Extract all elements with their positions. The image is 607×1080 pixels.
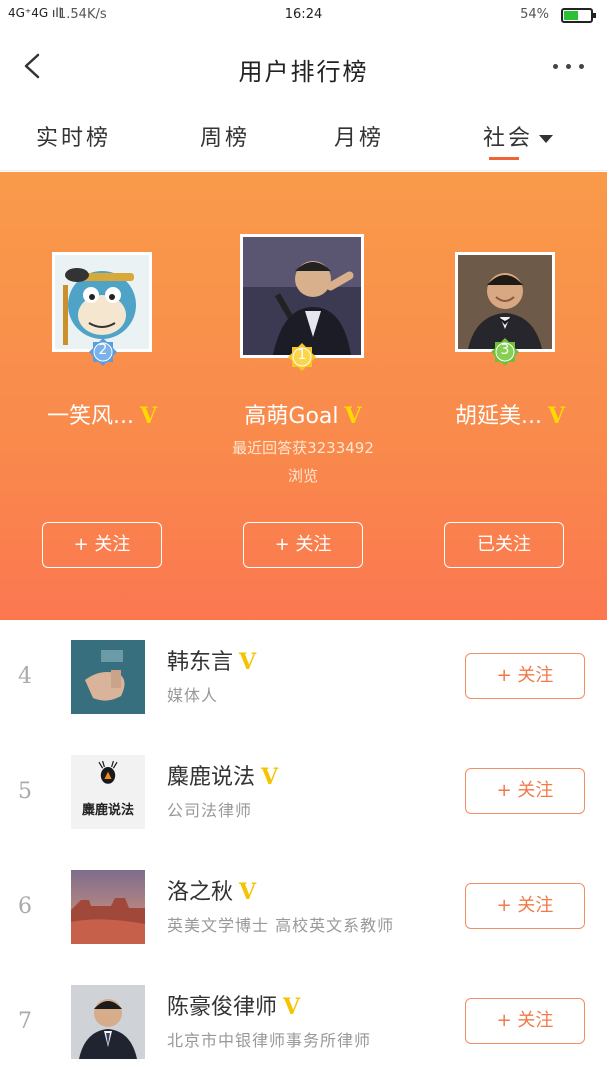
top-three-podium: 2 一笑风... V + 关注 1 高萌Goal V 最近回答获3233492 浏览… — [0, 172, 607, 620]
rank-number: 3 — [500, 342, 510, 358]
rank-number: 1 — [297, 347, 307, 363]
follow-button-rank-1[interactable]: + 关注 — [243, 522, 363, 568]
logo-text: 麋鹿说法 — [81, 803, 134, 818]
verified-badge-icon: V — [344, 403, 362, 429]
user-name: 胡延美... — [454, 404, 542, 429]
bronze-medal-icon: 3 — [490, 337, 520, 367]
verified-badge-icon: V — [283, 994, 301, 1020]
rank-number: 4 — [18, 664, 32, 689]
podium-name-2[interactable]: 一笑风... V — [22, 398, 182, 430]
list-item[interactable]: 6 洛之秋 V 英美文学博士 高校英文系教师 + 关注 — [0, 850, 607, 965]
dropdown-caret-icon — [539, 135, 554, 143]
avatar-rank-1[interactable] — [240, 234, 364, 358]
user-name-row[interactable]: 韩东言 V — [167, 644, 256, 676]
follow-button[interactable]: + 关注 — [465, 768, 585, 814]
user-name: 麋鹿说法 — [167, 765, 256, 790]
desert-landscape-image — [71, 870, 145, 944]
battery-icon — [561, 8, 596, 23]
avatar[interactable] — [71, 870, 145, 944]
rank-number: 7 — [18, 1009, 32, 1034]
list-item[interactable]: 4 韩东言 V 媒体人 + 关注 — [0, 620, 607, 735]
active-tab-indicator — [489, 157, 519, 160]
following-button-rank-3[interactable]: 已关注 — [444, 522, 564, 568]
podium-name-1[interactable]: 高萌Goal V — [213, 398, 393, 430]
user-name: 高萌Goal — [244, 404, 339, 429]
stats-line: 浏览 — [287, 467, 318, 485]
portrait-photo-image — [458, 255, 552, 349]
verified-badge-icon: V — [261, 764, 279, 790]
battery-fill — [564, 11, 579, 20]
user-description: 媒体人 — [167, 686, 219, 705]
rank-number: 6 — [18, 894, 32, 919]
app-header: 用户排行榜 — [0, 32, 607, 102]
podium-name-3[interactable]: 胡延美... V — [430, 398, 590, 430]
user-description: 北京市中银律师事务所律师 — [167, 1031, 372, 1050]
user-name: 洛之秋 — [167, 880, 234, 905]
list-item[interactable]: 7 陈豪俊律师 V 北京市中银律师事务所律师 + 关注 — [0, 965, 607, 1080]
rank-number: 5 — [18, 779, 32, 804]
tab-society[interactable]: 社会 — [483, 120, 554, 152]
speaker-photo-image — [243, 237, 361, 355]
page-title: 用户排行榜 — [238, 58, 369, 86]
clock: 16:24 — [284, 7, 323, 22]
follow-button[interactable]: + 关注 — [465, 998, 585, 1044]
tab-label: 月榜 — [334, 126, 385, 151]
tab-monthly[interactable]: 月榜 — [334, 120, 384, 152]
user-name: 陈豪俊律师 — [167, 995, 278, 1020]
tab-label: 社会 — [483, 126, 534, 151]
avatar[interactable]: 麋鹿说法 — [71, 755, 145, 829]
user-name-row[interactable]: 麋鹿说法 V — [167, 759, 278, 791]
user-name-row[interactable]: 洛之秋 V — [167, 874, 256, 906]
user-description: 英美文学博士 高校英文系教师 — [167, 916, 395, 935]
follow-button-rank-2[interactable]: + 关注 — [42, 522, 162, 568]
avatar[interactable] — [71, 640, 145, 714]
follow-button[interactable]: + 关注 — [465, 883, 585, 929]
ranking-tabs: 实时榜 周榜 月榜 社会 — [0, 102, 607, 171]
avatar[interactable] — [71, 985, 145, 1059]
verified-badge-icon: V — [139, 403, 158, 429]
podium-stats-1: 最近回答获3233492 浏览 — [200, 434, 406, 490]
user-name-row[interactable]: 陈豪俊律师 V — [167, 989, 300, 1021]
verified-badge-icon: V — [239, 649, 257, 675]
verified-badge-icon: V — [547, 403, 566, 429]
follow-button[interactable]: + 关注 — [465, 653, 585, 699]
silver-medal-icon: 2 — [88, 337, 118, 367]
cartoon-avatar-image — [55, 255, 149, 349]
status-bar: 4G⁺4G ıll 1.54K/s 16:24 54% — [0, 0, 607, 32]
hand-photo-image — [71, 640, 145, 714]
stats-line: 最近回答获3233492 — [232, 439, 374, 457]
list-item[interactable]: 5 麋鹿说法 麋鹿说法 V 公司法律师 + 关注 — [0, 735, 607, 850]
user-name: 韩东言 — [167, 650, 234, 675]
deer-logo-icon — [98, 761, 118, 784]
tab-label: 实时榜 — [36, 126, 112, 151]
verified-badge-icon: V — [239, 879, 257, 905]
lawyer-portrait-image — [71, 985, 145, 1059]
user-name: 一笑风... — [46, 404, 134, 429]
tab-weekly[interactable]: 周榜 — [200, 120, 250, 152]
tab-label: 周榜 — [200, 126, 251, 151]
tab-realtime[interactable]: 实时榜 — [36, 120, 111, 152]
user-description: 公司法律师 — [167, 801, 253, 820]
more-options-icon[interactable] — [549, 54, 589, 78]
gold-medal-icon: 1 — [287, 342, 317, 372]
rank-number: 2 — [98, 342, 108, 358]
battery-percent: 54% — [520, 7, 549, 22]
